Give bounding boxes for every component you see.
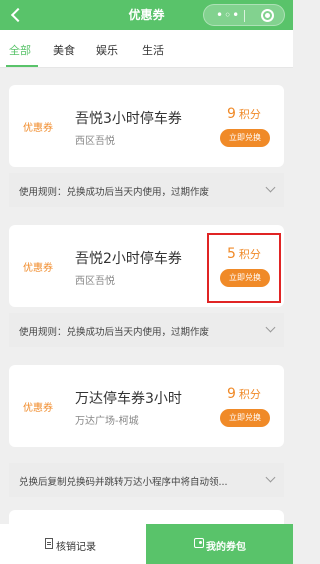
coupon-location: 西区吾悦 [75,276,115,287]
usage-rule-row[interactable]: 使用规则：兑换成功后当天内使用，过期作废 [9,173,284,207]
tab-entertainment[interactable]: 娱乐 [96,42,118,58]
capsule-divider [244,10,245,22]
usage-rule-text: 使用规则：兑换成功后当天内使用，过期作废 [19,327,210,338]
active-tab-indicator [6,65,38,67]
nav-bar: 优惠券 •◦• [0,0,293,30]
tab-all[interactable]: 全部 [9,42,31,58]
redeem-button[interactable]: 立即兑换 [220,409,270,427]
coupon-location: 万达广场-柯城 [75,416,139,427]
coupon-name: 吾悦2小时停车券 [75,251,182,267]
points-unit: 积分 [238,108,261,121]
records-label: 核销记录 [56,542,96,553]
chevron-down-icon[interactable] [265,182,276,193]
coupon-tag: 优惠券 [23,123,53,134]
coupon-name: 吾悦3小时停车券 [75,111,182,127]
close-miniprogram-icon[interactable] [261,9,274,22]
usage-rule-text: 使用规则：兑换成功后当天内使用，过期作废 [19,187,210,198]
bottom-action-bar: 核销记录 我的券包 [0,524,293,564]
wallet-label: 我的券包 [206,542,246,553]
usage-rule-row[interactable]: 兑换后复制兑换码并跳转万达小程序中将自动领... [9,463,284,497]
my-coupons-button[interactable]: 我的券包 [146,524,293,564]
tab-food[interactable]: 美食 [53,42,75,58]
miniprogram-capsule: •◦• [203,4,285,26]
coupon-name: 万达停车券3小时 [75,391,182,407]
points-unit: 积分 [238,388,261,401]
coupon-card: 优惠券 万达停车券3小时 万达广场-柯城 9 积分 立即兑换 [9,365,284,447]
wallet-icon [194,538,204,548]
coupon-tag: 优惠券 [23,403,53,414]
points-value: 9 [227,106,236,122]
usage-rule-row[interactable]: 使用规则：兑换成功后当天内使用，过期作废 [9,313,284,347]
redemption-records-button[interactable]: 核销记录 [0,524,146,564]
tab-life[interactable]: 生活 [142,42,164,58]
coupon-tag: 优惠券 [23,263,53,274]
points-value: 9 [227,386,236,402]
redeem-button[interactable]: 立即兑换 [220,129,270,147]
document-icon [45,538,53,549]
coupon-points: 9 积分 [227,386,261,402]
chevron-down-icon[interactable] [265,322,276,333]
coupon-card: 优惠券 吾悦3小时停车券 西区吾悦 9 积分 立即兑换 [9,85,284,167]
usage-rule-text: 兑换后复制兑换码并跳转万达小程序中将自动领... [19,477,228,488]
category-tabs: 全部 美食 娱乐 生活 [0,30,293,68]
chevron-down-icon[interactable] [265,472,276,483]
coupon-location: 西区吾悦 [75,136,115,147]
highlight-box [207,233,281,303]
more-menu-icon[interactable]: •◦• [216,8,240,22]
coupon-points: 9 积分 [227,106,261,122]
coupon-card: 优惠券 吾悦2小时停车券 西区吾悦 5 积分 立即兑换 [9,225,284,307]
